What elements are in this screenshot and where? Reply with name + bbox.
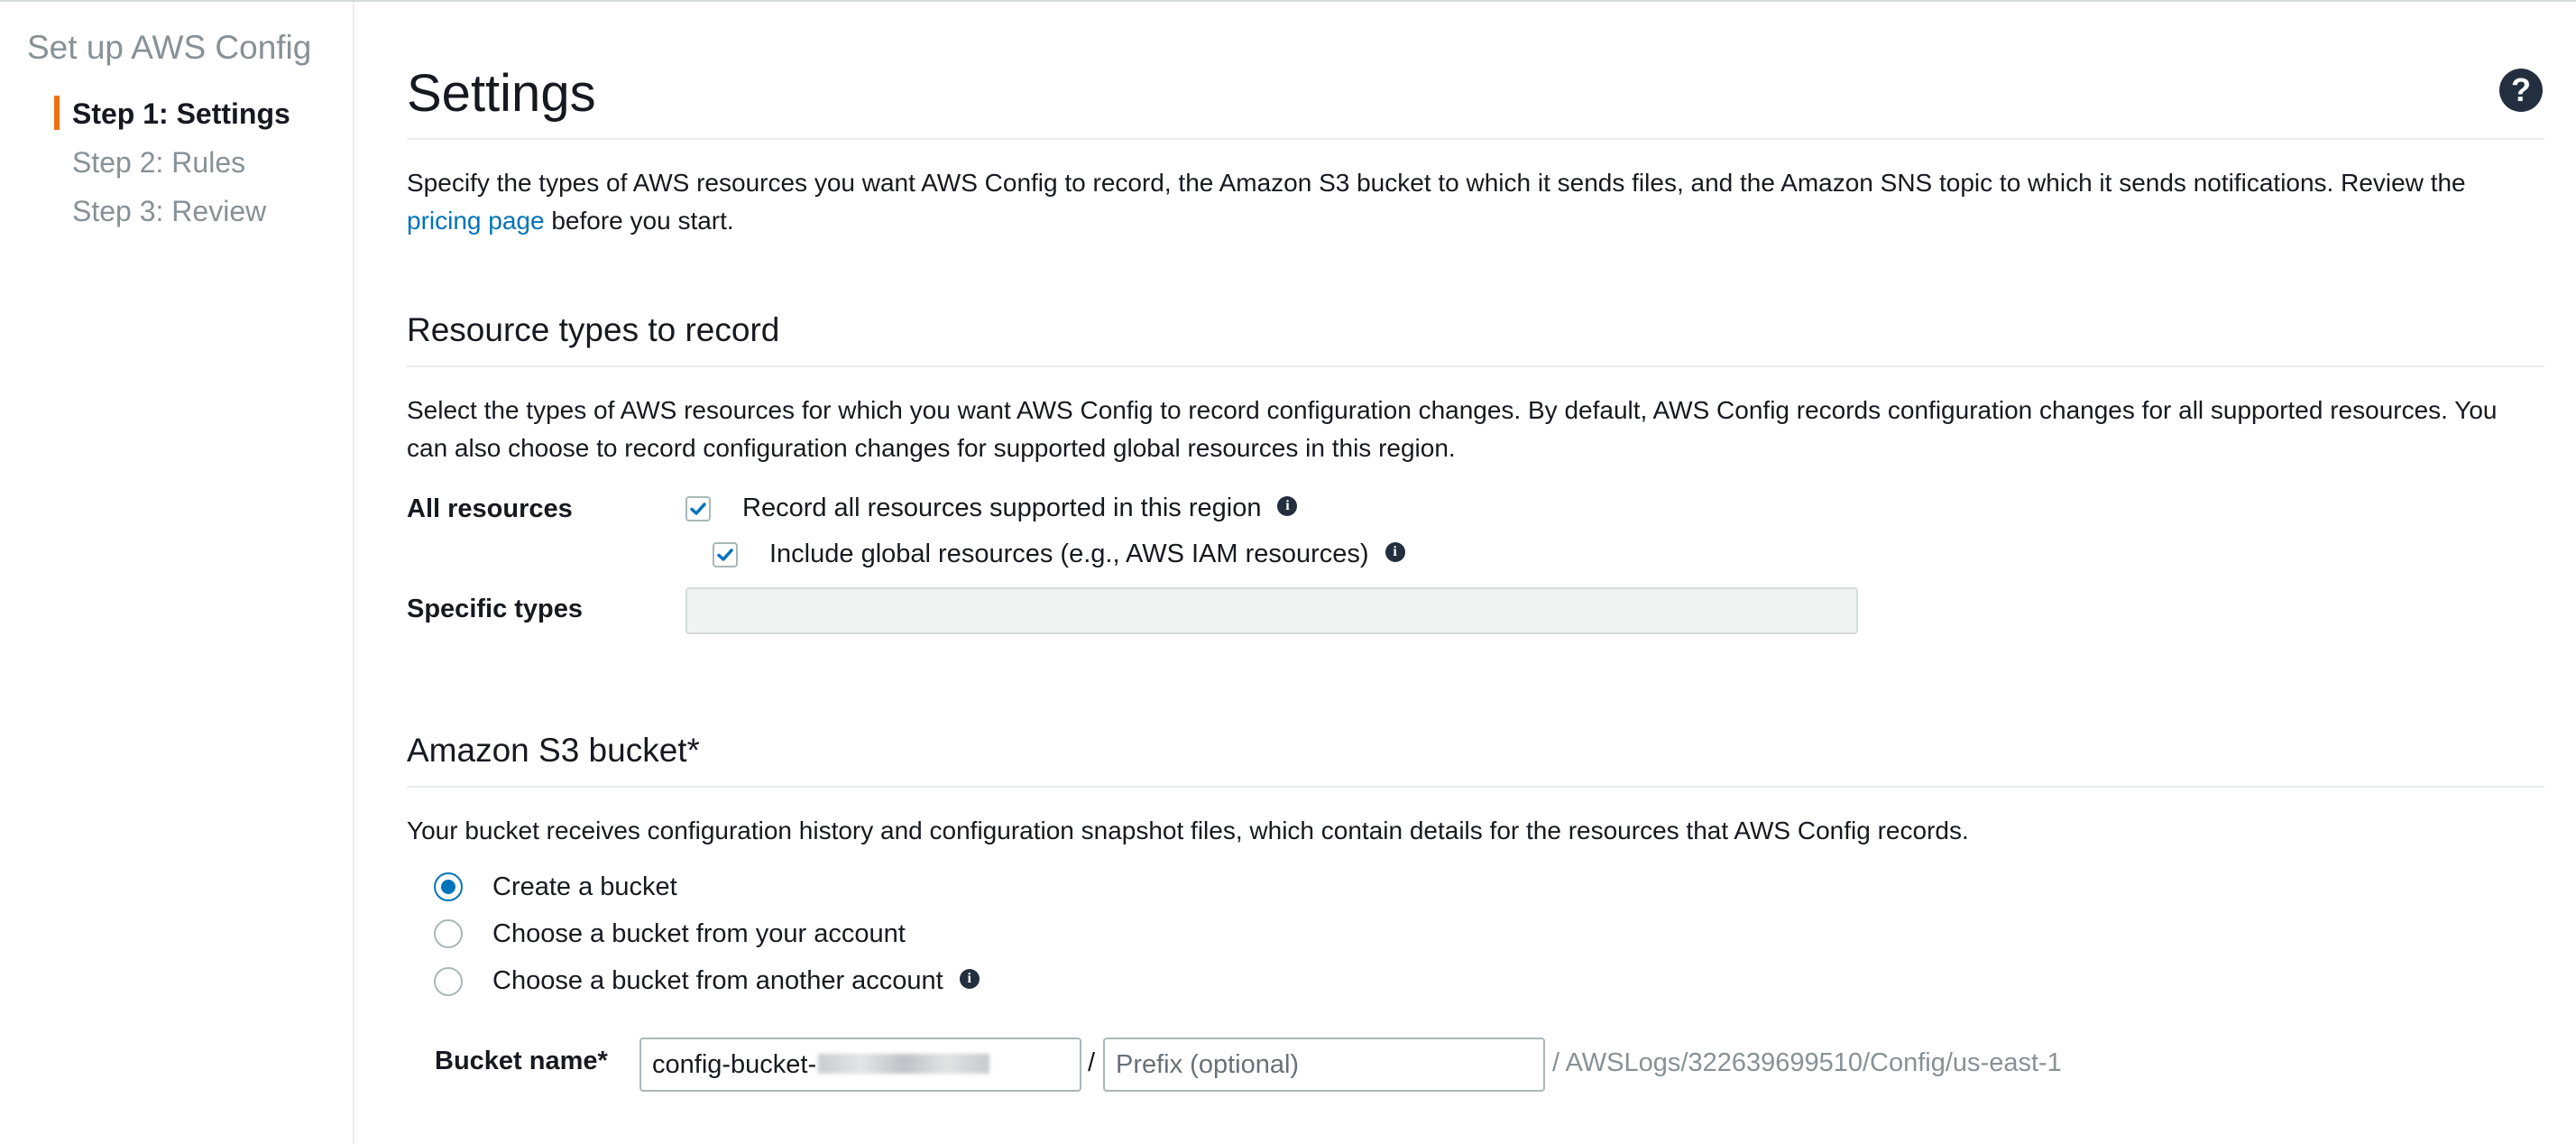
title-divider: [407, 138, 2544, 140]
sidebar-step-rules: Step 2: Rules: [72, 146, 246, 179]
pricing-page-link[interactable]: pricing page: [407, 207, 545, 235]
choose-other-account-bucket-label: Choose a bucket from another account: [492, 966, 943, 995]
choose-other-account-option: Choose a bucket from another account i: [492, 966, 980, 996]
include-global-label: Include global resources (e.g., AWS IAM …: [769, 540, 1369, 568]
page-title: Settings: [407, 64, 596, 123]
include-global-info-icon[interactable]: i: [1385, 542, 1405, 563]
specific-types-label: Specific types: [407, 595, 584, 623]
s3-bucket-heading: Amazon S3 bucket*: [407, 732, 700, 769]
sidebar-step-review: Step 3: Review: [72, 195, 267, 227]
all-resources-label: All resources: [407, 494, 573, 523]
resource-types-heading: Resource types to record: [407, 311, 780, 348]
intro-text-before: Specify the types of AWS resources you w…: [407, 169, 2466, 197]
bucket-name-value: config-bucket-: [652, 1050, 817, 1079]
include-global-option: Include global resources (e.g., AWS IAM …: [769, 540, 1405, 569]
checkmark-icon: [690, 503, 706, 515]
intro-text: Specify the types of AWS resources you w…: [407, 164, 2544, 240]
resource-types-description: Select the types of AWS resources for wh…: [407, 396, 2498, 462]
active-step-indicator: [54, 96, 60, 130]
record-all-label: Record all resources supported in this r…: [742, 494, 1262, 522]
resource-types-divider: [407, 365, 2544, 367]
redacted-text: [818, 1054, 990, 1075]
create-bucket-label: Create a bucket: [492, 872, 677, 901]
record-all-info-icon[interactable]: i: [1277, 496, 1298, 517]
sidebar-step-settings[interactable]: Step 1: Settings: [72, 97, 290, 131]
sidebar-title: Set up AWS Config: [27, 29, 312, 66]
intro-text-after: before you start.: [551, 207, 734, 235]
record-all-checkbox[interactable]: [685, 496, 711, 521]
main-content: Settings ? Specify the types of AWS reso…: [407, 0, 2576, 1144]
checkmark-icon: [717, 549, 733, 561]
help-icon[interactable]: ?: [2499, 69, 2543, 112]
prefix-input[interactable]: Prefix (optional): [1103, 1038, 1545, 1092]
choose-other-account-bucket-radio[interactable]: [434, 967, 463, 996]
specific-types-input: [685, 587, 1858, 634]
bucket-name-input[interactable]: config-bucket-: [639, 1038, 1081, 1092]
create-bucket-radio[interactable]: [434, 872, 463, 901]
s3-bucket-divider: [407, 786, 2544, 788]
bucket-name-label: Bucket name*: [435, 1047, 608, 1075]
include-global-checkbox[interactable]: [713, 542, 738, 567]
choose-own-bucket-radio[interactable]: [434, 919, 463, 948]
choose-own-bucket-label: Choose a bucket from your account: [492, 919, 906, 948]
s3-path-suffix: / AWSLogs/322639699510/Config/us-east-1: [1552, 1048, 2062, 1077]
sidebar: Set up AWS Config Step 1: Settings Step …: [0, 2, 354, 1144]
path-separator: /: [1088, 1048, 1096, 1077]
other-account-info-icon[interactable]: i: [959, 969, 980, 990]
s3-bucket-description: Your bucket receives configuration histo…: [407, 816, 1969, 844]
record-all-option: Record all resources supported in this r…: [742, 494, 1298, 523]
